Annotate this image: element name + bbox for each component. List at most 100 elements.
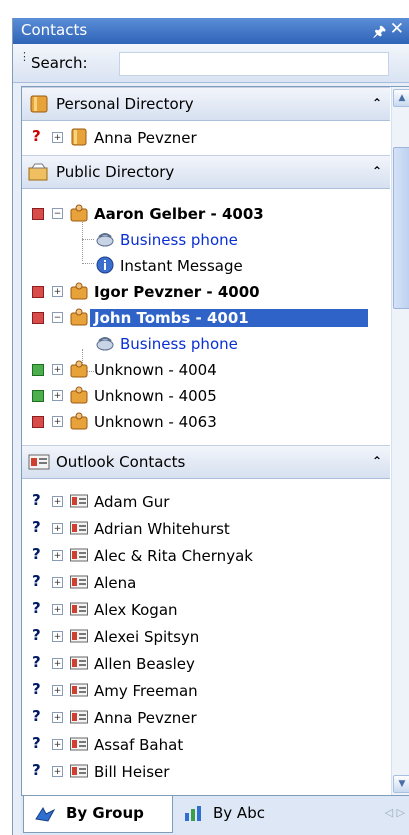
status-unknown-icon: ? (32, 491, 41, 509)
close-icon[interactable]: ✕ (390, 19, 404, 39)
status-unknown-icon: ? (32, 599, 41, 617)
collapse-section-icon[interactable]: ⌃ (372, 96, 382, 110)
outlook-contact-icon (70, 656, 88, 670)
section-header-personal-directory[interactable]: Personal Directory ⌃ (22, 87, 390, 121)
scrollbar-thumb[interactable] (393, 147, 409, 309)
contact-name: Anna Pevzner (94, 709, 197, 727)
status-available-icon (32, 390, 44, 402)
expand-icon[interactable]: + (52, 739, 63, 750)
phone-icon (96, 233, 114, 247)
pin-icon[interactable]: 🖈 (373, 21, 386, 45)
contact-detail-business-phone[interactable]: Business phone (22, 331, 390, 357)
contact-row-outlook[interactable]: ? + Bill Heiser (22, 759, 390, 785)
status-unknown-icon: ? (32, 572, 41, 590)
expand-icon[interactable]: + (52, 658, 63, 669)
contacts-panel: Contacts 🖈 ✕ ⋮ Search: Personal Director… (12, 18, 409, 835)
panel-titlebar: Contacts 🖈 ✕ (13, 18, 409, 44)
section-title: Outlook Contacts (56, 453, 186, 471)
status-unknown-icon: ? (32, 653, 41, 671)
contact-row-outlook[interactable]: ? + Adam Gur (22, 489, 390, 515)
contact-name-selected: John Tombs - 4001 (90, 309, 368, 327)
status-available-icon (32, 364, 44, 376)
contact-detail-business-phone[interactable]: Business phone (22, 227, 390, 253)
section-header-outlook-contacts[interactable]: Outlook Contacts ⌃ (22, 445, 390, 479)
expand-icon[interactable]: + (52, 286, 63, 297)
contact-row-outlook[interactable]: ? + Allen Beasley (22, 651, 390, 677)
expand-icon[interactable]: + (52, 712, 63, 723)
contact-name: Alec & Rita Chernyak (94, 547, 253, 565)
contact-row-outlook[interactable]: ? + Amy Freeman (22, 678, 390, 704)
contact-name: Anna Pevzner (94, 129, 197, 147)
contact-card-icon (70, 308, 88, 326)
status-unknown-icon: ? (32, 127, 41, 145)
status-busy-icon (32, 312, 44, 324)
contact-name: Igor Pevzner - 4000 (94, 283, 260, 301)
outlook-contact-icon (70, 494, 88, 508)
tab-label: By Abc (213, 804, 265, 822)
contact-row-unknown-4005[interactable]: + Unknown - 4005 (22, 383, 390, 409)
expand-icon[interactable]: + (52, 390, 63, 401)
expand-icon[interactable]: + (52, 416, 63, 427)
outlook-contact-icon (70, 683, 88, 697)
expand-icon[interactable]: + (52, 577, 63, 588)
panel-title: Contacts (21, 21, 88, 39)
by-abc-icon (185, 806, 201, 821)
contact-row-outlook[interactable]: ? + Alex Kogan (22, 597, 390, 623)
outlook-contact-icon (70, 710, 88, 724)
contact-row-outlook[interactable]: ? + Alec & Rita Chernyak (22, 543, 390, 569)
directory-contact-icon (71, 128, 87, 146)
search-input[interactable] (119, 52, 389, 76)
contact-row-outlook[interactable]: ? + Alena (22, 570, 390, 596)
contact-name: Unknown - 4005 (94, 387, 217, 405)
expand-icon[interactable]: + (52, 766, 63, 777)
phone-icon (96, 337, 114, 351)
contact-row-personal-anna-pevzner[interactable]: ? + Anna Pevzner (22, 125, 390, 151)
status-unknown-icon: ? (32, 518, 41, 536)
contact-row-igor-pevzner[interactable]: + Igor Pevzner - 4000 (22, 279, 390, 305)
toolbar-grip-icon[interactable]: ⋮ (19, 51, 30, 62)
personal-directory-icon (30, 95, 48, 113)
section-title: Public Directory (56, 163, 175, 181)
status-unknown-icon: ? (32, 761, 41, 779)
expand-icon[interactable]: + (52, 523, 63, 534)
contact-row-outlook[interactable]: ? + Anna Pevzner (22, 705, 390, 731)
tab-scroll-arrows-icon[interactable]: ◁ ▷ (385, 806, 405, 819)
tab-by-group[interactable]: By Group (23, 796, 173, 833)
contacts-tree: Personal Directory ⌃ ? + Anna Pevzner Pu… (21, 86, 409, 796)
scroll-up-icon[interactable]: ▲ (393, 89, 409, 107)
contact-row-outlook[interactable]: ? + Assaf Bahat (22, 732, 390, 758)
view-tabs: By Group By Abc ◁ ▷ (21, 796, 409, 835)
contact-name: Alena (94, 574, 137, 592)
contact-row-aaron-gelber[interactable]: − Aaron Gelber - 4003 (22, 201, 390, 227)
contact-card-icon (70, 386, 88, 404)
section-title: Personal Directory (56, 95, 194, 113)
contact-row-unknown-4004[interactable]: + Unknown - 4004 (22, 357, 390, 383)
contact-row-john-tombs[interactable]: − John Tombs - 4001 (22, 305, 390, 331)
contact-detail-label: Business phone (120, 231, 238, 249)
expand-icon[interactable]: + (52, 132, 63, 143)
expand-icon[interactable]: + (52, 604, 63, 615)
contact-row-outlook[interactable]: ? + Alexei Spitsyn (22, 624, 390, 650)
outlook-contact-icon (70, 737, 88, 751)
collapse-icon[interactable]: − (52, 312, 63, 323)
info-icon (96, 256, 114, 274)
contact-name: Unknown - 4063 (94, 413, 217, 431)
collapse-icon[interactable]: − (52, 208, 63, 219)
section-header-public-directory[interactable]: Public Directory ⌃ (22, 155, 390, 189)
tab-by-abc[interactable]: By Abc (173, 796, 313, 832)
contact-name: Unknown - 4004 (94, 361, 217, 379)
contact-row-unknown-4063[interactable]: + Unknown - 4063 (22, 409, 390, 435)
expand-icon[interactable]: + (52, 496, 63, 507)
collapse-section-icon[interactable]: ⌃ (372, 164, 382, 178)
contact-detail-instant-message[interactable]: Instant Message (22, 253, 390, 279)
contact-name: Alexei Spitsyn (94, 628, 200, 646)
expand-icon[interactable]: + (52, 631, 63, 642)
expand-icon[interactable]: + (52, 685, 63, 696)
expand-icon[interactable]: + (52, 364, 63, 375)
status-busy-icon (32, 286, 44, 298)
vertical-scrollbar[interactable]: ▲ ▼ (391, 87, 409, 795)
collapse-section-icon[interactable]: ⌃ (372, 454, 382, 468)
expand-icon[interactable]: + (52, 550, 63, 561)
scroll-down-icon[interactable]: ▼ (393, 775, 409, 793)
contact-row-outlook[interactable]: ? + Adrian Whitehurst (22, 516, 390, 542)
